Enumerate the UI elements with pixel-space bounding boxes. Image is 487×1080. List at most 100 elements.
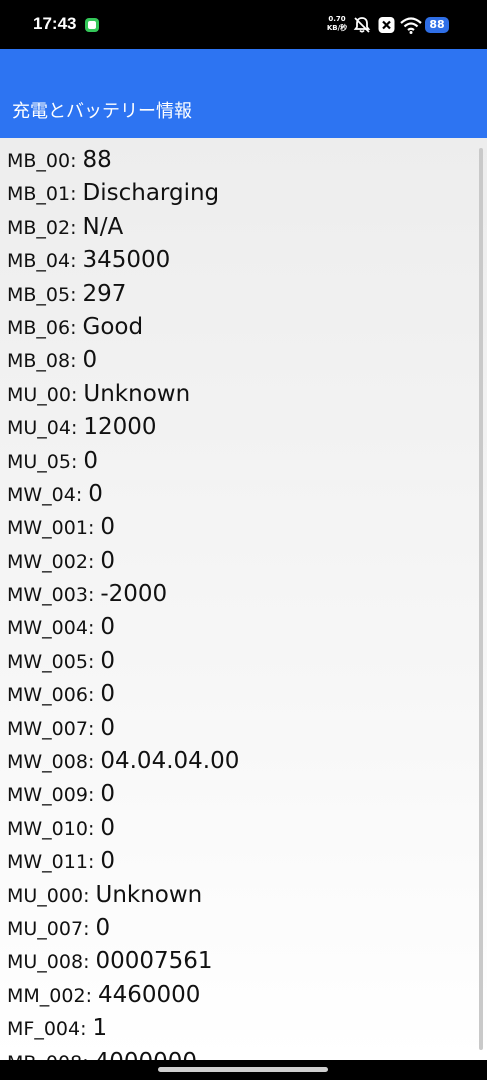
item-separator: : (87, 684, 95, 707)
item-key: MW_009 (7, 784, 88, 807)
item-key: MB_02 (7, 216, 71, 239)
item-separator: : (87, 784, 95, 807)
list-item: MW_003: -2000 (7, 578, 239, 611)
item-value: 0 (83, 447, 99, 474)
item-separator: : (87, 751, 95, 774)
list-item: MU_008: 00007561 (7, 945, 239, 978)
item-key: MW_004 (7, 617, 88, 640)
battery-info-list-container[interactable]: MB_00: 88 MB_01: Discharging MB_02: N/A MB_04:… (0, 138, 487, 1060)
item-value: 12000 (83, 414, 157, 441)
item-separator: : (70, 450, 78, 473)
item-key: MB_04 (7, 250, 71, 273)
item-value: Unknown (83, 380, 191, 407)
list-item: MW_005: 0 (7, 645, 239, 678)
item-key: MU_00 (7, 383, 71, 406)
item-key: MB_05 (7, 283, 71, 306)
item-value: 1 (92, 1015, 108, 1042)
list-item: MU_05: 0 (7, 445, 239, 478)
item-key: MU_007 (7, 917, 84, 940)
item-separator: : (87, 717, 95, 740)
list-item: MW_010: 0 (7, 812, 239, 845)
status-bar: 17:43 0.70 KB/秒 88 (0, 0, 487, 49)
item-value: 345000 (82, 247, 171, 274)
item-value: -2000 (100, 581, 168, 608)
item-key: MW_003 (7, 584, 88, 607)
list-item: MM_002: 4460000 (7, 979, 239, 1012)
page-title: 充電とバッテリー情報 (12, 101, 192, 122)
item-separator: : (87, 617, 95, 640)
item-key: MU_05 (7, 450, 71, 473)
wifi-icon (400, 17, 422, 34)
list-item: MW_004: 0 (7, 611, 239, 644)
item-separator: : (82, 1052, 88, 1060)
item-separator: : (87, 584, 95, 607)
scrollbar[interactable] (479, 148, 483, 1050)
item-value: N/A (82, 213, 124, 240)
item-key: MF_004 (7, 1018, 81, 1041)
item-value: Discharging (82, 180, 220, 207)
item-value: 0 (100, 714, 115, 741)
network-speed-value: 0.70 (328, 15, 346, 23)
item-value: 0 (100, 814, 115, 841)
item-value: Unknown (95, 881, 203, 908)
item-key: MM_002 (7, 984, 86, 1007)
item-key: MW_002 (7, 550, 88, 573)
item-key: MB_01 (7, 183, 71, 206)
item-separator: : (87, 817, 95, 840)
item-key: MB_008 (7, 1052, 82, 1060)
list-item: MB_05: 297 (7, 278, 239, 311)
item-separator: : (70, 283, 77, 306)
list-item: MB_008:4000000 (7, 1046, 239, 1060)
item-value: 0 (100, 514, 115, 541)
item-value: 4460000 (97, 981, 201, 1008)
app-bar: 充電とバッテリー情報 (0, 49, 487, 138)
list-item: MU_007: 0 (7, 912, 239, 945)
list-item: MB_01: Discharging (7, 177, 239, 210)
battery-info-list: MB_00: 88 MB_01: Discharging MB_02: N/A MB_04:… (7, 144, 239, 1060)
item-key: MW_006 (7, 684, 88, 707)
home-gesture-handle[interactable] (158, 1067, 328, 1072)
list-item: MB_04: 345000 (7, 244, 239, 277)
list-item: MU_04: 12000 (7, 411, 239, 444)
item-separator: : (70, 216, 77, 239)
item-separator: : (83, 917, 90, 940)
item-value: 0 (88, 480, 103, 507)
item-value: 88 (82, 147, 112, 173)
item-value: 0 (82, 347, 98, 374)
item-key: MU_008 (7, 951, 84, 974)
item-separator: : (70, 250, 77, 273)
item-value: 0 (100, 647, 115, 674)
list-item: MW_001: 0 (7, 511, 239, 544)
list-item: MU_000: Unknown (7, 879, 239, 912)
network-speed: 0.70 KB/秒 (324, 15, 350, 33)
item-value: 0 (100, 781, 115, 808)
list-item: MW_009: 0 (7, 778, 239, 811)
item-key: MW_04 (7, 483, 76, 506)
item-separator: : (70, 150, 77, 172)
network-speed-unit: KB/秒 (326, 24, 348, 32)
item-key: MW_008 (7, 751, 88, 774)
list-item: MB_06: Good (7, 311, 239, 344)
list-item: MU_00: Unknown (7, 378, 239, 411)
item-value: 0 (100, 848, 115, 875)
item-key: MB_00 (7, 150, 71, 172)
item-value: 297 (82, 280, 127, 307)
item-key: MU_000 (7, 884, 84, 907)
item-separator: : (87, 851, 95, 874)
list-item: MB_02: N/A (7, 211, 239, 244)
item-separator: : (87, 650, 95, 673)
item-key: MB_08 (7, 350, 71, 373)
close-notification-icon (378, 17, 395, 33)
item-separator: : (83, 884, 90, 907)
item-separator: : (85, 984, 92, 1007)
notification-app-icon (85, 18, 99, 32)
mute-icon (353, 17, 371, 33)
list-item: MF_004: 1 (7, 1012, 239, 1045)
item-key: MW_011 (7, 851, 88, 874)
item-separator: : (87, 550, 95, 573)
status-time: 17:43 (33, 14, 77, 33)
item-separator: : (70, 183, 77, 206)
item-separator: : (80, 1018, 87, 1041)
list-item: MB_08: 0 (7, 344, 239, 377)
list-item: MW_002: 0 (7, 545, 239, 578)
